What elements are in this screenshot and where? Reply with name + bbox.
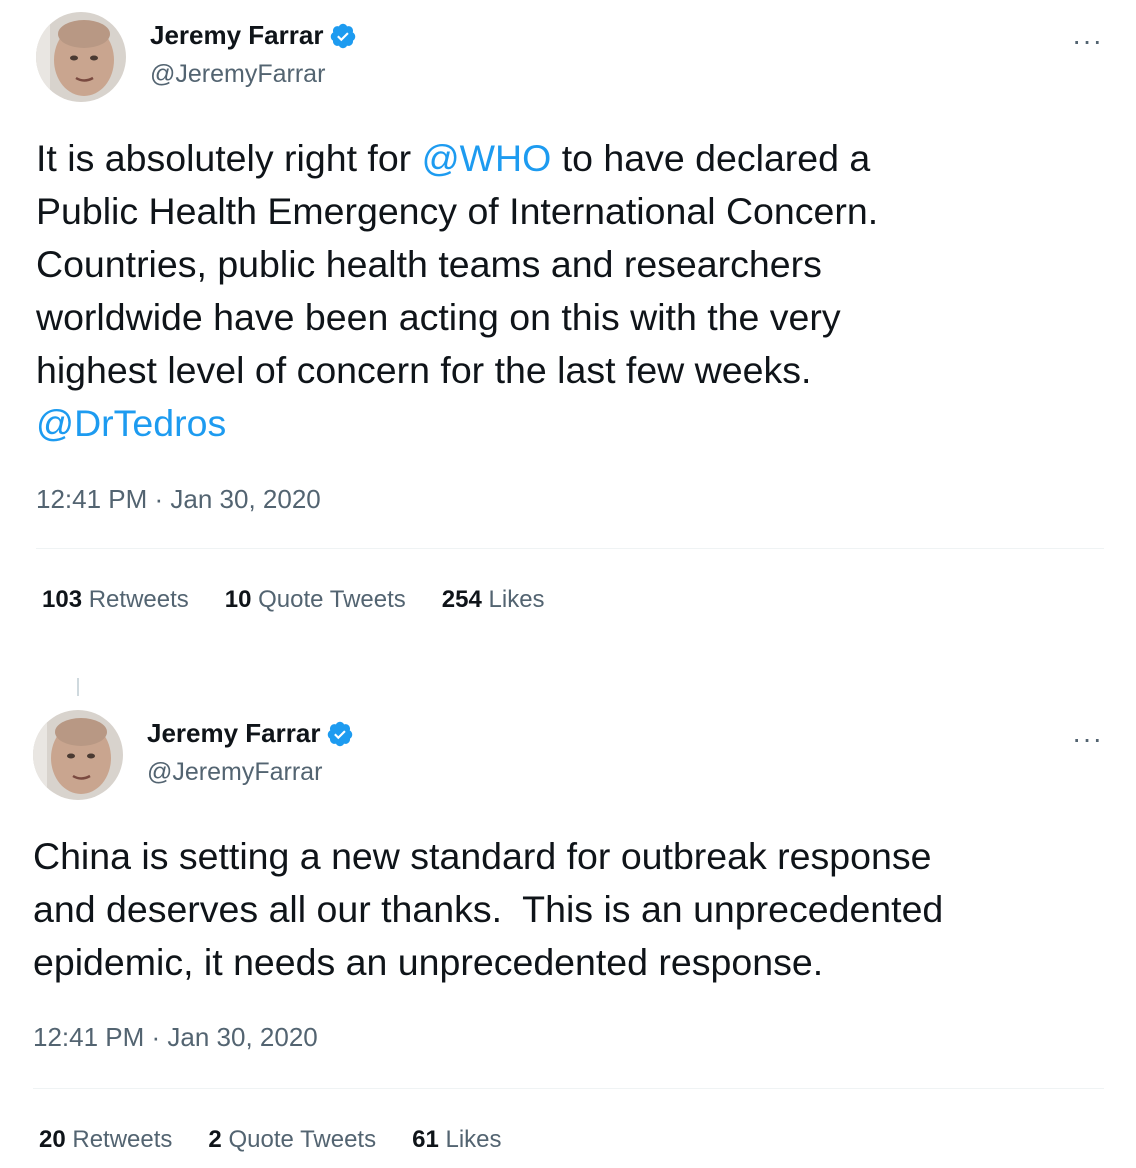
likes-label: Likes bbox=[488, 586, 545, 613]
retweets-label: Retweets bbox=[88, 586, 189, 613]
tweet-timestamp[interactable]: 12:41 PM · Jan 30, 2020 bbox=[36, 484, 321, 515]
tweet-timestamp[interactable]: 12:41 PM · Jan 30, 2020 bbox=[33, 1022, 318, 1053]
author-handle[interactable]: @JeremyFarrar bbox=[147, 758, 322, 787]
retweets-stat[interactable]: 20 Retweets bbox=[39, 1126, 172, 1154]
retweets-label: Retweets bbox=[72, 1126, 173, 1153]
quote-tweets-count: 2 bbox=[208, 1126, 222, 1153]
avatar[interactable] bbox=[33, 710, 123, 800]
likes-label: Likes bbox=[445, 1126, 502, 1153]
tweet-stats: 103 Retweets 10 Quote Tweets 254 Likes bbox=[42, 586, 545, 614]
likes-stat[interactable]: 61 Likes bbox=[412, 1126, 501, 1154]
more-options-icon[interactable]: ··· bbox=[1072, 27, 1103, 55]
quote-tweets-count: 10 bbox=[224, 586, 252, 613]
tweet-thread: Jeremy Farrar @JeremyFarrar ··· It is ab… bbox=[0, 0, 1136, 1168]
retweets-stat[interactable]: 103 Retweets bbox=[42, 586, 189, 614]
likes-stat[interactable]: 254 Likes bbox=[442, 586, 545, 614]
quote-tweets-stat[interactable]: 10 Quote Tweets bbox=[225, 586, 406, 614]
more-options-icon[interactable]: ··· bbox=[1072, 725, 1103, 753]
mention-link-drtedros[interactable]: @DrTedros bbox=[36, 402, 226, 444]
quote-tweets-stat[interactable]: 2 Quote Tweets bbox=[208, 1126, 376, 1154]
author-name[interactable]: Jeremy Farrar bbox=[147, 718, 320, 749]
author-handle[interactable]: @JeremyFarrar bbox=[150, 60, 325, 89]
author-name-row[interactable]: Jeremy Farrar bbox=[147, 718, 354, 749]
tweet-text: China is setting a new standard for outb… bbox=[33, 835, 944, 983]
verified-badge-icon bbox=[329, 22, 357, 50]
likes-count: 254 bbox=[441, 586, 482, 613]
author-name-row[interactable]: Jeremy Farrar bbox=[150, 20, 357, 51]
author-name[interactable]: Jeremy Farrar bbox=[150, 20, 323, 51]
mention-link-who[interactable]: @WHO bbox=[422, 137, 552, 179]
divider bbox=[33, 1088, 1104, 1089]
tweet-stats: 20 Retweets 2 Quote Tweets 61 Likes bbox=[39, 1126, 502, 1154]
quote-tweets-label: Quote Tweets bbox=[228, 1126, 377, 1153]
thread-connector-line bbox=[77, 678, 79, 696]
likes-count: 61 bbox=[412, 1126, 439, 1153]
tweet-text: It is absolutely right for @WHO to have … bbox=[36, 132, 1116, 450]
avatar[interactable] bbox=[36, 12, 126, 102]
divider bbox=[36, 548, 1104, 549]
retweets-count: 103 bbox=[42, 586, 83, 613]
retweets-count: 20 bbox=[39, 1126, 66, 1153]
verified-badge-icon bbox=[326, 720, 354, 748]
tweet-text-part: It is absolutely right for bbox=[36, 137, 422, 179]
quote-tweets-label: Quote Tweets bbox=[258, 586, 406, 613]
